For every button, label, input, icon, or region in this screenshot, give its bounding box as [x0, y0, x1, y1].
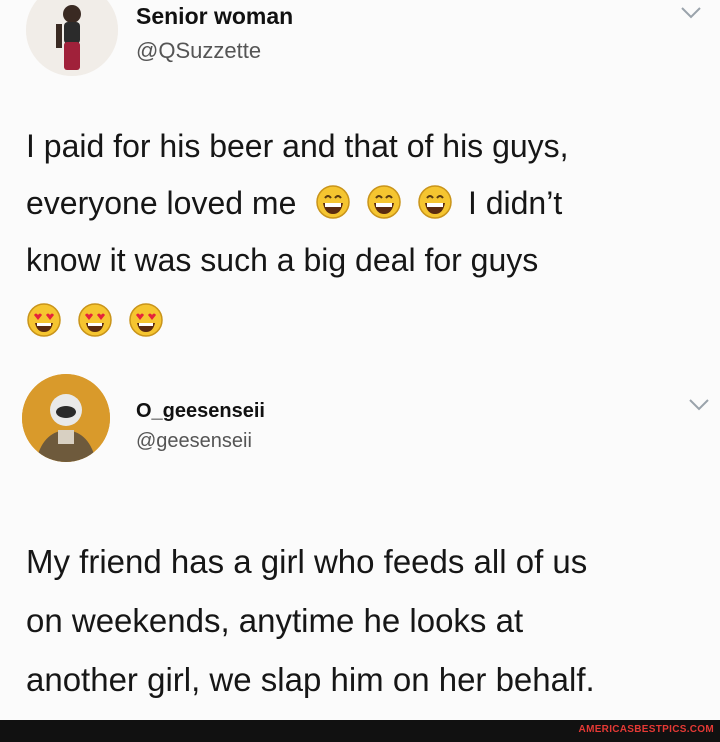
tweet-line: everyone loved me I didn’t [26, 175, 700, 232]
user-handle[interactable]: @geesenseii [136, 430, 252, 453]
tweet-line: My friend has a girl who feeds all of us [26, 543, 588, 580]
heart-eyes-face-icon [129, 303, 163, 337]
grinning-face-icon [418, 185, 452, 219]
chevron-down-icon[interactable] [688, 398, 710, 412]
heart-eyes-face-icon [27, 303, 61, 337]
display-name[interactable]: Senior woman [136, 3, 293, 30]
tweet-text: I paid for his beer and that of his guys… [26, 118, 700, 350]
chevron-down-icon[interactable] [680, 6, 702, 20]
avatar[interactable] [22, 374, 110, 462]
display-name[interactable]: O_geesenseii [136, 400, 265, 423]
tweet-line: know it was such a big deal for guys [26, 242, 539, 278]
avatar[interactable] [26, 0, 118, 76]
watermark-text: AMERICASBESTPICS.COM [578, 724, 714, 735]
avatar-image [22, 374, 110, 462]
tweet-line: on weekends, anytime he looks at [26, 602, 524, 639]
tweet-line-text: everyone loved me [26, 185, 297, 221]
tweet-2: O_geesenseii @geesenseii My friend has a… [0, 372, 720, 720]
tweet-line [26, 293, 700, 350]
grinning-face-icon [316, 185, 351, 219]
watermark-bar: AMERICASBESTPICS.COM [0, 720, 720, 742]
tweet-1: Senior woman @QSuzzette I paid for his b… [0, 0, 720, 380]
emoji-group [315, 175, 459, 232]
tweet-line-text: I didn’t [467, 185, 563, 221]
grinning-face-icon [367, 185, 401, 219]
tweet-line: I paid for his beer and that of his guys… [26, 128, 569, 164]
avatar-image [26, 0, 118, 76]
tweet-text: My friend has a girl who feeds all of us… [26, 532, 700, 709]
user-handle[interactable]: @QSuzzette [136, 38, 261, 64]
heart-eyes-face-icon [78, 303, 112, 337]
tweet-line: another girl, we slap him on her behalf. [26, 661, 595, 698]
